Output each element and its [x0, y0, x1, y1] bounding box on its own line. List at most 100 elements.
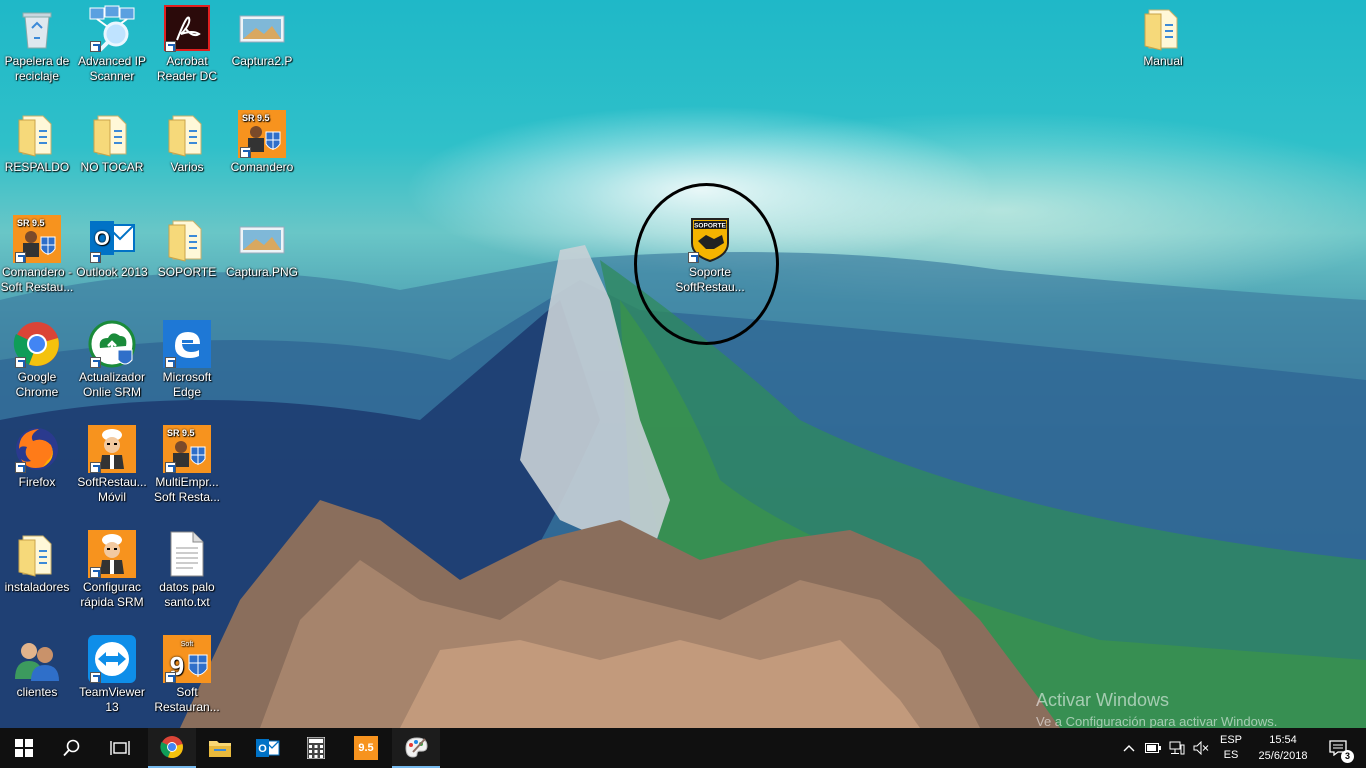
chrome-icon [13, 320, 61, 368]
network-scanner-icon [88, 4, 136, 52]
windows-logo-icon [15, 739, 33, 757]
taskbar: O 9.5 ESP ES 15:54 25/6/2018 3 [0, 728, 1366, 768]
desktop-icon-label: MultiEmpr... Soft Resta... [153, 475, 221, 504]
desktop-icon-varios[interactable]: Varios [150, 110, 224, 175]
desktop-icon-outlook-2013[interactable]: O Outlook 2013 [75, 215, 149, 280]
firefox-icon [13, 425, 61, 473]
action-center-button[interactable]: 3 [1318, 728, 1358, 768]
shortcut-arrow-icon [15, 252, 26, 263]
chef-icon [88, 530, 136, 578]
desktop-icon-microsoft-edge[interactable]: Microsoft Edge [150, 320, 224, 400]
desktop-icon-label: Varios [170, 160, 204, 174]
desktop-icon-actualizador-onlie-srm[interactable]: Actualizador Onlie SRM [75, 320, 149, 400]
tray-volume[interactable] [1190, 728, 1212, 768]
image-file-icon [238, 4, 286, 52]
shortcut-arrow-icon [240, 147, 251, 158]
desktop-icon-no-tocar[interactable]: NO TOCAR [75, 110, 149, 175]
acrobat-icon [163, 4, 211, 52]
desktop-icon-soporte[interactable]: SOPORTE [150, 215, 224, 280]
task-view-button[interactable] [96, 728, 144, 768]
shortcut-arrow-icon [165, 41, 176, 52]
tray-language[interactable]: ESP ES [1214, 728, 1248, 768]
desktop-icon-google-chrome[interactable]: Google Chrome [0, 320, 74, 400]
desktop-icon-advanced-ip-scanner[interactable]: Advanced IP Scanner [75, 4, 149, 84]
search-button[interactable] [48, 728, 96, 768]
desktop-icon-label: TeamViewer 13 [79, 685, 145, 714]
desktop-icon-label: RESPALDO [4, 160, 70, 174]
folder-icon [13, 530, 61, 578]
desktop-icon-label: instaladores [4, 580, 70, 594]
shortcut-arrow-icon [165, 462, 176, 473]
desktop-icon-captura-png[interactable]: Captura.PNG [225, 215, 299, 280]
desktop-icon-datos-palo-santo-txt[interactable]: datos palo santo.txt [150, 530, 224, 610]
desktop-icon-respaldo[interactable]: RESPALDO [0, 110, 74, 175]
sr9-icon: Soft 9 [163, 635, 211, 683]
sr-app-icon: SR 9.5 [238, 110, 286, 158]
taskbar-paint[interactable] [392, 728, 440, 768]
desktop-icon-manual[interactable]: Manual [1126, 4, 1200, 69]
desktop-icon-soft-restauran[interactable]: Soft 9 Soft Restauran... [150, 635, 224, 715]
start-button[interactable] [0, 728, 48, 768]
highlight-circle [634, 183, 779, 345]
desktop-icon-teamviewer-13[interactable]: TeamViewer 13 [75, 635, 149, 715]
svg-text:SR 9.5: SR 9.5 [167, 428, 195, 438]
desktop-icon-acrobat-reader-dc[interactable]: Acrobat Reader DC [150, 4, 224, 84]
desktop-icon-captura2-p[interactable]: Captura2.P [225, 4, 299, 69]
desktop-icon-label: clientes [16, 685, 58, 699]
shortcut-arrow-icon [90, 567, 101, 578]
taskbar-chrome[interactable] [148, 728, 196, 768]
svg-text:O: O [258, 743, 267, 755]
tray-battery[interactable] [1142, 728, 1164, 768]
desktop-icon-label: SoftRestau... Móvil [77, 475, 147, 504]
desktop-icon-label: Captura.PNG [225, 265, 299, 279]
shortcut-arrow-icon [90, 462, 101, 473]
desktop-icon-label: SOPORTE [157, 265, 217, 279]
tray-show-hidden-icons[interactable] [1118, 728, 1140, 768]
desktop-icon-label: Actualizador Onlie SRM [78, 370, 146, 399]
chef-icon [88, 425, 136, 473]
shortcut-arrow-icon [90, 357, 101, 368]
desktop-icon-label: Outlook 2013 [76, 265, 148, 279]
taskbar-soft-restaurant[interactable]: 9.5 [342, 728, 390, 768]
tray-network[interactable] [1166, 728, 1188, 768]
shortcut-arrow-icon [90, 672, 101, 683]
desktop-icon-clientes[interactable]: clientes [0, 635, 74, 700]
desktop-icon-softrestau-m-vil[interactable]: SoftRestau... Móvil [75, 425, 149, 505]
recycle-bin-icon [13, 4, 61, 52]
desktop-icon-label: datos palo santo.txt [159, 580, 215, 609]
taskbar-file-explorer[interactable] [196, 728, 244, 768]
desktop-icon-label: Firefox [18, 475, 56, 489]
folder-icon [163, 215, 211, 263]
shortcut-arrow-icon [90, 252, 101, 263]
desktop-icon-firefox[interactable]: Firefox [0, 425, 74, 490]
folder-icon [13, 110, 61, 158]
teamviewer-icon [88, 635, 136, 683]
shortcut-arrow-icon [90, 41, 101, 52]
desktop-icon-comandero-soft-restau[interactable]: SR 9.5 Comandero - Soft Restau... [0, 215, 74, 295]
desktop-icon-instaladores[interactable]: instaladores [0, 530, 74, 595]
battery-icon [1145, 743, 1161, 753]
desktop-icon-label: Microsoft Edge [162, 370, 212, 399]
shortcut-arrow-icon [165, 672, 176, 683]
desktop-icon-comandero[interactable]: SR 9.5 Comandero [225, 110, 299, 175]
sr-taskbar-icon: 9.5 [354, 736, 378, 760]
taskbar-calculator[interactable] [292, 728, 340, 768]
desktop-icon-label: Papelera de reciclaje [4, 54, 70, 83]
notification-count: 3 [1341, 750, 1354, 763]
desktop-icon-multiempr-soft-resta[interactable]: SR 9.5 MultiEmpr... Soft Resta... [150, 425, 224, 505]
desktop-icon-label: Manual [1143, 54, 1183, 68]
shortcut-arrow-icon [15, 462, 26, 473]
tray-clock[interactable]: 15:54 25/6/2018 [1250, 728, 1316, 768]
desktop-icon-label: Soft Restauran... [154, 685, 220, 714]
desktop-icon-configurac-r-pida-srm[interactable]: Configurac rápida SRM [75, 530, 149, 610]
desktop-icon-papelera-de-reciclaje[interactable]: Papelera de reciclaje [0, 4, 74, 84]
shortcut-arrow-icon [165, 357, 176, 368]
language-code: ESP [1219, 734, 1242, 746]
edge-icon [163, 320, 211, 368]
svg-text:SR 9.5: SR 9.5 [242, 113, 270, 123]
users-icon [13, 635, 61, 683]
folder-icon [163, 110, 211, 158]
calculator-icon [307, 737, 325, 759]
taskbar-outlook[interactable]: O [244, 728, 292, 768]
folder-icon [88, 110, 136, 158]
